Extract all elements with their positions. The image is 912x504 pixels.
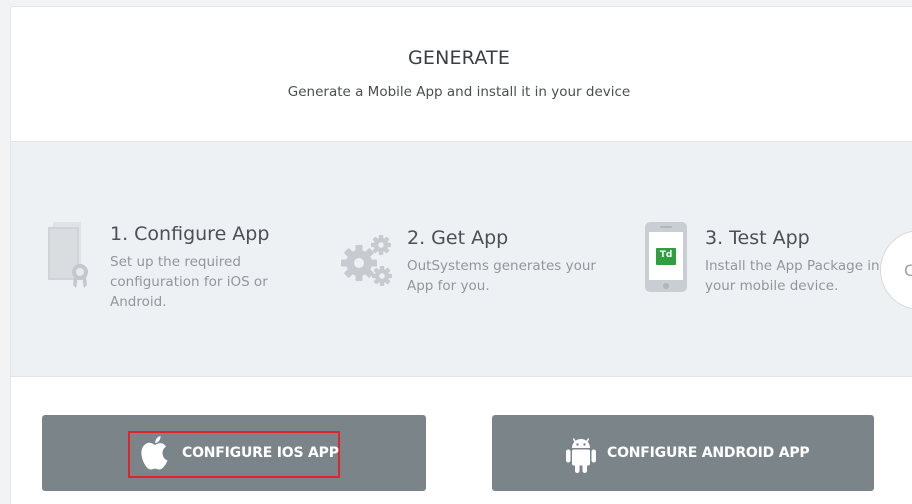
carousel-next-button[interactable]: C: [880, 230, 912, 310]
steps-panel: 1. Configure App Set up the required con…: [11, 141, 912, 377]
configure-android-app-button[interactable]: CONFIGURE ANDROID APP: [492, 415, 874, 491]
step-description-line: configuration for iOS or: [110, 274, 268, 290]
step-description-line: Set up the required: [110, 254, 241, 270]
step-description: Set up the required configuration for iO…: [110, 252, 310, 312]
page-subtitle: Generate a Mobile App and install it in …: [287, 84, 631, 100]
configure-ios-app-button[interactable]: CONFIGURE IOS APP: [42, 415, 426, 491]
step-description-line: Android.: [110, 294, 167, 310]
certificate-document-icon: [45, 222, 93, 292]
apple-icon: [138, 435, 172, 475]
mobile-phone-icon: Td: [645, 222, 687, 296]
generate-card: GENERATE Generate a Mobile App and insta…: [10, 6, 912, 504]
step-description-line: your mobile device.: [705, 278, 839, 294]
phone-app-badge: Td: [659, 250, 673, 260]
carousel-next-label: C: [904, 261, 912, 280]
step-description: OutSystems generates your App for you.: [407, 256, 617, 296]
configure-android-label: CONFIGURE ANDROID APP: [607, 445, 810, 461]
step-description: Install the App Package in your mobile d…: [705, 256, 905, 296]
step-description-line: App for you.: [407, 278, 490, 294]
page-title: GENERATE: [407, 47, 511, 69]
gears-icon: [341, 231, 395, 293]
configure-ios-label: CONFIGURE IOS APP: [182, 445, 339, 461]
step-title: 3. Test App: [705, 227, 810, 249]
step-description-line: OutSystems generates your: [407, 258, 596, 274]
step-description-line: Install the App Package in: [705, 258, 880, 274]
step-title: 2. Get App: [407, 227, 509, 249]
android-icon: [565, 436, 597, 478]
step-title: 1. Configure App: [110, 223, 270, 245]
